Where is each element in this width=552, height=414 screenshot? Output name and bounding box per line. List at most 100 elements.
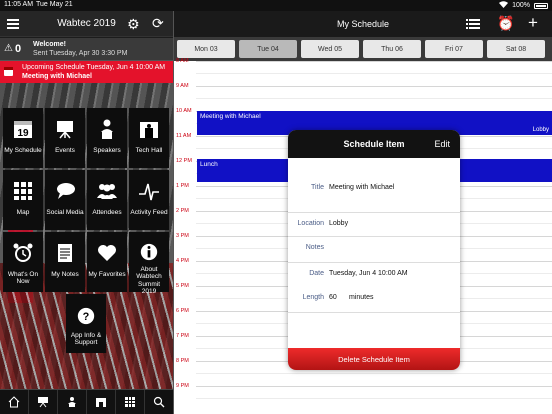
tile-label: My Favorites — [88, 271, 126, 278]
hour-label: 10 AM — [176, 108, 192, 114]
warning-icon: ⚠ — [4, 43, 13, 54]
tile-map[interactable]: Map — [3, 170, 43, 230]
hour-label: 4 PM — [176, 258, 189, 264]
tile-label: Events — [55, 147, 75, 154]
sidebar: Wabtec 2019 ⚙ ⟳ ⚠ 0 Welcome! Sent Tuesda… — [0, 11, 173, 414]
tile-activity-feed[interactable]: Activity Feed — [129, 170, 169, 230]
tile-my-schedule[interactable]: 19 My Schedule — [3, 108, 43, 168]
day-tab[interactable]: Thu 06 — [363, 40, 421, 58]
upcoming-title: Upcoming Schedule Tuesday, Jun 4 10:00 A… — [22, 64, 166, 71]
tile-speakers[interactable]: Speakers — [87, 108, 127, 168]
event-title: Meeting with Michael — [200, 113, 261, 120]
status-time: 11:05 AM — [4, 1, 34, 8]
notification-subtitle: Sent Tuesday, Apr 30 3:30 PM — [33, 50, 128, 57]
field-value: Lobby — [329, 220, 349, 227]
separator — [288, 312, 460, 313]
modal-header: Schedule Item Edit — [288, 130, 460, 158]
page-title: My Schedule — [336, 19, 390, 29]
day-tab[interactable]: Mon 03 — [177, 40, 235, 58]
grid-icon[interactable] — [116, 390, 145, 414]
day-tab[interactable]: Sat 08 — [487, 40, 545, 58]
notification-count: 0 — [15, 43, 22, 55]
notification-title: Welcome! — [33, 41, 66, 48]
alarm-clock-icon[interactable]: ⏰ — [497, 15, 514, 32]
booth-icon[interactable] — [87, 390, 116, 414]
field-label: Title — [311, 184, 324, 191]
separator — [288, 236, 460, 237]
app-title: Wabtec 2019 — [57, 18, 116, 29]
list-view-icon[interactable] — [466, 17, 480, 31]
status-date: Tue May 21 — [36, 1, 73, 8]
hour-row: 9 AM — [174, 83, 552, 111]
add-icon[interactable]: + — [528, 13, 538, 33]
event-title: Lunch — [200, 161, 218, 168]
upcoming-schedule-banner[interactable]: Upcoming Schedule Tuesday, Jun 4 10:00 A… — [0, 61, 173, 83]
hour-label: 9 PM — [176, 383, 189, 389]
search-icon[interactable] — [145, 390, 173, 414]
presentation-icon[interactable] — [29, 390, 58, 414]
tile-label: My Schedule — [4, 147, 42, 154]
calendar-icon — [4, 67, 13, 76]
separator — [288, 212, 460, 213]
question-icon: ? — [74, 304, 98, 328]
day-tab-selected[interactable]: Tue 04 — [239, 40, 297, 58]
notification-bar[interactable]: ⚠ 0 Welcome! Sent Tuesday, Apr 30 3:30 P… — [0, 38, 173, 61]
day-selector: Mon 03 Tue 04 Wed 05 Thu 06 Fri 07 Sat 0… — [174, 37, 552, 61]
day-tab[interactable]: Fri 07 — [425, 40, 483, 58]
tile-whats-on-now[interactable]: What's On Now — [3, 232, 43, 292]
hour-label: 3 PM — [176, 233, 189, 239]
field-value: Tuesday, Jun 4 10:00 AM — [329, 270, 408, 277]
home-icon[interactable] — [0, 390, 29, 414]
field-label: Length — [302, 294, 324, 301]
tile-label: Activity Feed — [130, 209, 168, 216]
tile-label: Map — [16, 209, 30, 216]
edit-button[interactable]: Edit — [434, 139, 450, 149]
hour-label: 7 PM — [176, 333, 189, 339]
main-header: My Schedule ⏰ + — [174, 11, 552, 37]
modal-body: Title Meeting with Michael Location Lobb… — [288, 158, 460, 370]
field-unit: minutes — [349, 294, 374, 301]
field-label: Location — [297, 220, 324, 227]
tile-label: Tech Hall — [135, 147, 163, 154]
speaker-icon[interactable] — [58, 390, 87, 414]
tile-label: My Notes — [51, 271, 79, 278]
tile-events[interactable]: Events — [45, 108, 85, 168]
hour-row: 8 AM — [174, 58, 552, 86]
sidebar-header: Wabtec 2019 ⚙ ⟳ — [0, 11, 173, 37]
alarm-clock-icon — [11, 241, 35, 265]
tile-social-media[interactable]: Social Media — [45, 170, 85, 230]
hour-label: 8 AM — [176, 58, 189, 64]
hour-label: 5 PM — [176, 283, 189, 289]
day-tab[interactable]: Wed 05 — [301, 40, 359, 58]
event-location: Lobby — [532, 127, 549, 133]
chat-bubbles-icon — [53, 179, 77, 203]
field-label: Date — [309, 270, 324, 277]
delete-schedule-item-button[interactable]: Delete Schedule Item — [288, 348, 460, 370]
gear-icon[interactable]: ⚙ — [127, 16, 140, 33]
field-value: Meeting with Michael — [329, 184, 395, 191]
people-icon — [95, 179, 119, 203]
svg-text:19: 19 — [17, 128, 29, 139]
tile-label: Social Media — [46, 209, 84, 216]
svg-text:?: ? — [83, 311, 90, 323]
tile-about[interactable]: About Wabtech Summit 2019 — [129, 232, 169, 295]
tile-my-favorites[interactable]: My Favorites — [87, 232, 127, 292]
hour-label: 8 PM — [176, 358, 189, 364]
tile-attendees[interactable]: Attendees — [87, 170, 127, 230]
tile-label: Speakers — [93, 147, 121, 154]
tile-label: About Wabtech Summit 2019 — [136, 266, 162, 296]
tile-my-notes[interactable]: My Notes — [45, 232, 85, 292]
heart-icon — [95, 241, 119, 265]
separator — [288, 262, 460, 263]
schedule-item-modal: Schedule Item Edit Title Meeting with Mi… — [288, 130, 460, 370]
status-bar: 11:05 AM Tue May 21 100% — [0, 0, 552, 11]
hour-label: 1 PM — [176, 183, 189, 189]
tile-app-info-support[interactable]: ? App Info & Support — [66, 294, 106, 353]
activity-icon — [137, 179, 161, 203]
tile-label: What's On Now — [7, 271, 39, 286]
bottom-tab-bar — [0, 389, 173, 414]
refresh-icon[interactable]: ⟳ — [152, 15, 164, 32]
field-label: Notes — [305, 244, 324, 251]
tile-tech-hall[interactable]: Tech Hall — [129, 108, 169, 168]
map-grid-icon — [11, 179, 35, 203]
